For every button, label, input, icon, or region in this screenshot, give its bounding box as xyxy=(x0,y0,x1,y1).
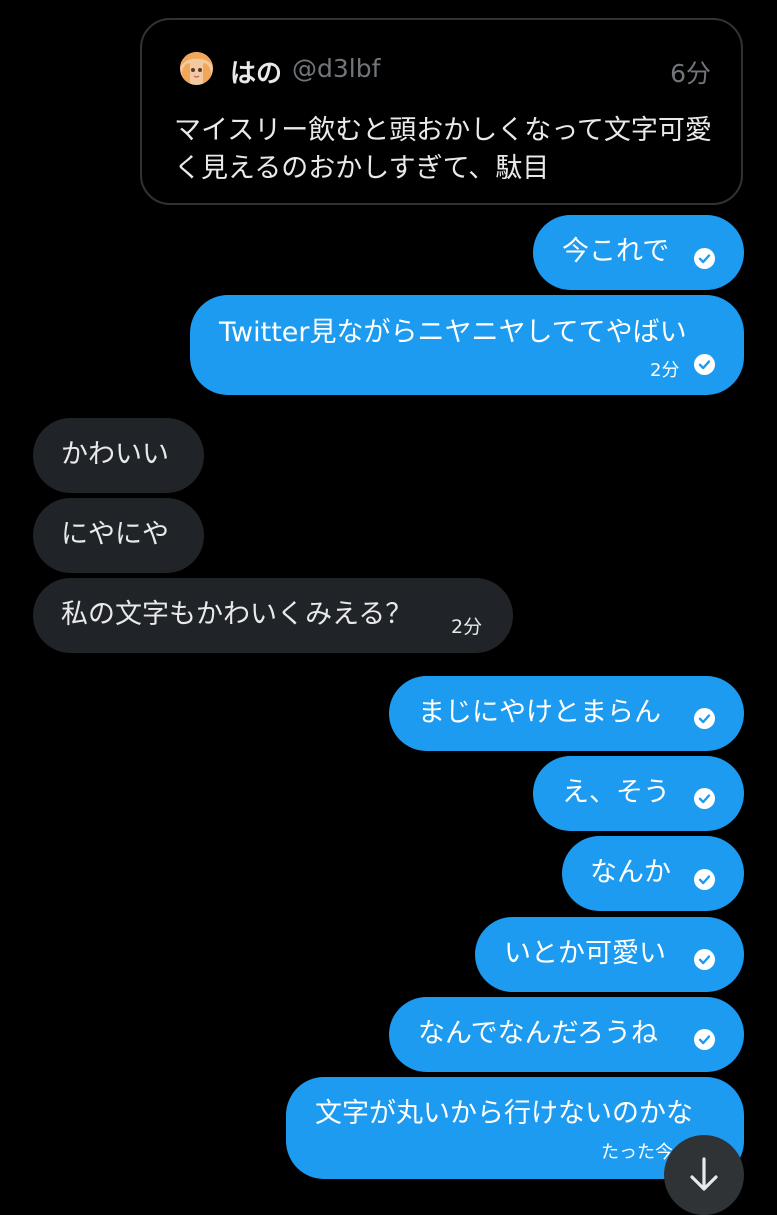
message-bubble-incoming[interactable]: にやにや xyxy=(33,498,204,573)
check-circle-icon xyxy=(694,1029,715,1050)
arrow-down-icon xyxy=(690,1157,718,1191)
message-bubble-outgoing[interactable]: いとか可愛い xyxy=(475,917,744,992)
check-circle-icon xyxy=(694,788,715,809)
check-circle-icon xyxy=(694,869,715,890)
message-bubble-outgoing[interactable]: 今これで xyxy=(533,215,744,290)
message-text: にやにや xyxy=(61,519,169,550)
message-timestamp: 2分 xyxy=(650,360,680,381)
message-text: かわいい xyxy=(61,439,169,470)
message-text: なんでなんだろうね xyxy=(418,1018,659,1049)
message-bubble-incoming[interactable]: 私の文字もかわいくみえる？ 2分 xyxy=(33,578,513,653)
message-text: え、そう xyxy=(562,777,670,808)
message-bubble-outgoing[interactable]: Twitter見ながらニヤニヤしててやばい 2分 xyxy=(190,295,744,395)
quoted-tweet-header: はの @d3lbf 6分 xyxy=(180,52,711,89)
message-bubble-outgoing[interactable]: なんでなんだろうね xyxy=(389,997,744,1072)
message-bubble-incoming[interactable]: かわいい xyxy=(33,418,204,493)
check-circle-icon xyxy=(694,708,715,729)
message-text: まじにやけとまらん xyxy=(418,697,661,728)
quoted-author-name: はの xyxy=(230,59,283,89)
check-circle-icon xyxy=(694,354,715,375)
message-timestamp: たった今 xyxy=(601,1142,673,1163)
message-text: 文字が丸いから行けないのかな xyxy=(315,1098,693,1129)
quoted-tweet-text: マイスリー飲むと頭おかしくなって文字可愛く見えるのおかしすぎて、駄目 xyxy=(174,115,712,184)
message-text: なんか xyxy=(590,857,671,888)
check-circle-icon xyxy=(694,949,715,970)
message-text: いとか可愛い xyxy=(504,938,666,969)
avatar[interactable] xyxy=(180,52,213,85)
message-text: 私の文字もかわいくみえる？ xyxy=(61,599,413,630)
message-bubble-outgoing[interactable]: まじにやけとまらん xyxy=(389,676,744,751)
message-text: 今これで xyxy=(562,236,670,267)
message-timestamp: 2分 xyxy=(451,616,483,638)
quoted-tweet-card[interactable]: はの @d3lbf 6分 マイスリー飲むと頭おかしくなって文字可愛く見えるのおか… xyxy=(140,18,743,205)
message-bubble-outgoing[interactable]: なんか xyxy=(562,836,744,911)
message-text: Twitter見ながらニヤニヤしててやばい xyxy=(219,317,687,348)
scroll-to-bottom-button[interactable] xyxy=(664,1135,744,1215)
quoted-author-handle: @d3lbf xyxy=(292,54,381,83)
message-bubble-outgoing[interactable]: え、そう xyxy=(533,756,744,831)
quoted-tweet-time: 6分 xyxy=(670,59,711,88)
check-circle-icon xyxy=(694,248,715,269)
